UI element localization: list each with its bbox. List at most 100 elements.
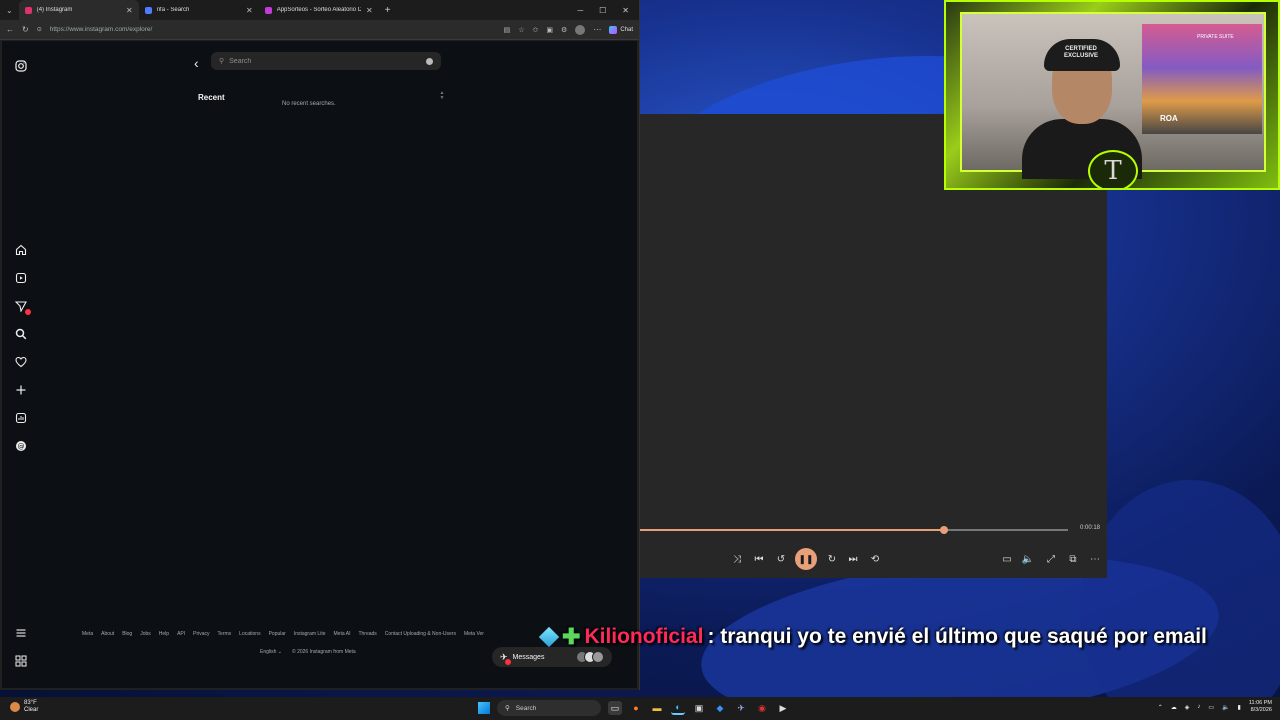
- minimize-icon[interactable]: ─: [577, 6, 583, 15]
- media-player-icon[interactable]: ▶: [776, 701, 790, 715]
- new-tab-plus-icon[interactable]: +: [379, 5, 397, 16]
- footer-link[interactable]: Contact Uploading & Non-Users: [385, 631, 456, 637]
- firefox-icon[interactable]: ●: [629, 701, 643, 715]
- extensions-icon[interactable]: ⚙: [561, 26, 567, 34]
- footer-link[interactable]: Meta Ver: [464, 631, 484, 637]
- instagram-search-box: ⚲: [211, 52, 441, 70]
- footer-link[interactable]: Instagram Lite: [294, 631, 326, 637]
- instagram-logo-icon[interactable]: [14, 59, 28, 73]
- messages-send-icon[interactable]: [14, 299, 31, 315]
- miniplayer-icon[interactable]: ⧉: [1066, 552, 1080, 566]
- back-arrow-icon[interactable]: ←: [6, 25, 14, 34]
- favorite-star-icon[interactable]: ☆: [518, 26, 524, 34]
- footer-link[interactable]: Blog: [122, 631, 132, 637]
- close-tab-icon[interactable]: ✕: [246, 6, 253, 15]
- clear-search-icon[interactable]: [426, 57, 433, 65]
- messages-button[interactable]: ✈ Messages: [492, 647, 612, 667]
- start-button-icon[interactable]: [478, 702, 490, 714]
- forward-icon[interactable]: ↻: [825, 552, 839, 566]
- heart-icon[interactable]: [14, 355, 28, 369]
- pause-button[interactable]: ❚❚: [795, 548, 817, 570]
- footer-link[interactable]: Jobs: [140, 631, 151, 637]
- home-icon[interactable]: [14, 243, 28, 257]
- footer-link[interactable]: API: [177, 631, 185, 637]
- footer-link[interactable]: Threads: [358, 631, 376, 637]
- copilot-chat-button[interactable]: Chat: [609, 25, 633, 34]
- system-tray: ⌃ ☁ ◈ ♪ ▭ 🔈 ▮ 11:06 PM 8/3/2026: [1158, 700, 1272, 714]
- url-field[interactable]: https://www.instagram.com/explore/: [50, 26, 153, 33]
- network-icon[interactable]: ☁: [1171, 704, 1177, 711]
- footer-link[interactable]: Terms: [218, 631, 232, 637]
- language-selector[interactable]: English ⌄: [260, 649, 282, 655]
- window-controls: ─ ☐ ✕: [577, 6, 639, 15]
- weather-icon: [10, 702, 20, 712]
- reels-icon[interactable]: [14, 271, 28, 285]
- search-input[interactable]: [229, 57, 421, 65]
- display-icon[interactable]: ▭: [1208, 704, 1214, 711]
- more-options-icon[interactable]: ⋯: [1088, 552, 1102, 566]
- chat-label: Chat: [620, 26, 633, 33]
- emblem-letter: T: [1104, 156, 1122, 186]
- meta-apps-icon[interactable]: [14, 654, 28, 668]
- seek-thumb[interactable]: [939, 526, 948, 534]
- clock[interactable]: 11:06 PM 8/3/2026: [1249, 700, 1272, 714]
- footer-link[interactable]: Privacy: [193, 631, 209, 637]
- reader-icon[interactable]: ▤: [504, 26, 511, 34]
- mic-icon[interactable]: ♪: [1197, 704, 1200, 710]
- back-arrow-icon[interactable]: ‹: [194, 55, 199, 71]
- captions-icon[interactable]: ▭: [1000, 552, 1014, 566]
- collections-icon[interactable]: ▣: [546, 26, 553, 34]
- chrome-icon[interactable]: ◉: [755, 701, 769, 715]
- rewind-icon[interactable]: ↺: [774, 552, 788, 566]
- task-view-icon[interactable]: ▭: [608, 701, 622, 715]
- hamburger-menu-icon[interactable]: [14, 626, 28, 640]
- tab-rifa-search[interactable]: rifa - Search ✕: [139, 0, 259, 20]
- close-window-icon[interactable]: ✕: [622, 6, 629, 15]
- maximize-icon[interactable]: ☐: [599, 6, 606, 15]
- playback-time: 0:00:18: [1080, 525, 1101, 531]
- tray-overflow-icon[interactable]: ⌃: [1158, 704, 1163, 711]
- taskbar-search[interactable]: ⚲ Search: [497, 700, 601, 716]
- refresh-icon[interactable]: ↻: [22, 25, 29, 34]
- footer-link[interactable]: Locations: [239, 631, 260, 637]
- steam-icon[interactable]: ✈: [734, 701, 748, 715]
- store-icon[interactable]: ▣: [692, 701, 706, 715]
- pause-icon: ❚❚: [798, 553, 814, 564]
- close-tab-icon[interactable]: ✕: [366, 6, 373, 15]
- instagram-side-nav: @: [2, 41, 42, 688]
- site-info-icon[interactable]: ⊙: [37, 26, 42, 33]
- wifi-icon[interactable]: ◈: [1185, 704, 1190, 711]
- weather-widget[interactable]: 83°F Clear: [10, 700, 38, 714]
- seek-bar[interactable]: [640, 526, 1068, 534]
- edge-icon[interactable]: ◐: [671, 701, 685, 715]
- search-icon[interactable]: [14, 327, 28, 341]
- threads-icon[interactable]: @: [14, 439, 28, 453]
- repeat-off-icon[interactable]: ⟲: [868, 552, 882, 566]
- footer-link[interactable]: Meta: [82, 631, 93, 637]
- footer-link[interactable]: About: [101, 631, 114, 637]
- favorites-icon[interactable]: ✩: [533, 26, 539, 34]
- footer-link[interactable]: Meta AI: [334, 631, 351, 637]
- more-menu-icon[interactable]: ⋯: [593, 25, 601, 34]
- speaker-icon[interactable]: 🔈: [1222, 704, 1229, 711]
- tab-appsorteos[interactable]: AppSorteos - Sorteo Aleatorio De... ✕: [259, 0, 379, 20]
- tab-instagram[interactable]: (4) Instagram ✕: [18, 0, 139, 20]
- fullscreen-icon[interactable]: ⤢: [1044, 552, 1058, 566]
- next-icon[interactable]: ⏭: [846, 552, 860, 566]
- scrollbar[interactable]: ▲ ▼: [439, 91, 445, 107]
- app-icon[interactable]: ◆: [713, 701, 727, 715]
- create-plus-icon[interactable]: [14, 383, 28, 397]
- footer-link[interactable]: Popular: [269, 631, 286, 637]
- close-tab-icon[interactable]: ✕: [126, 6, 133, 15]
- file-explorer-icon[interactable]: ▬: [650, 701, 664, 715]
- webcam-feed: PRIVATE SUITE ROA CERTIFIED EXCLUSIVE: [960, 12, 1266, 179]
- footer-link[interactable]: Help: [159, 631, 169, 637]
- tab-list-chevron-icon[interactable]: ⌄: [0, 6, 19, 15]
- battery-icon[interactable]: ▮: [1238, 704, 1241, 711]
- volume-icon[interactable]: 🔈: [1021, 552, 1035, 566]
- previous-icon[interactable]: ⏮: [752, 552, 766, 566]
- appsorteos-favicon-icon: [264, 6, 272, 14]
- insights-icon[interactable]: [14, 411, 28, 425]
- shuffle-icon[interactable]: ⤨: [730, 552, 744, 566]
- profile-avatar[interactable]: [575, 24, 586, 35]
